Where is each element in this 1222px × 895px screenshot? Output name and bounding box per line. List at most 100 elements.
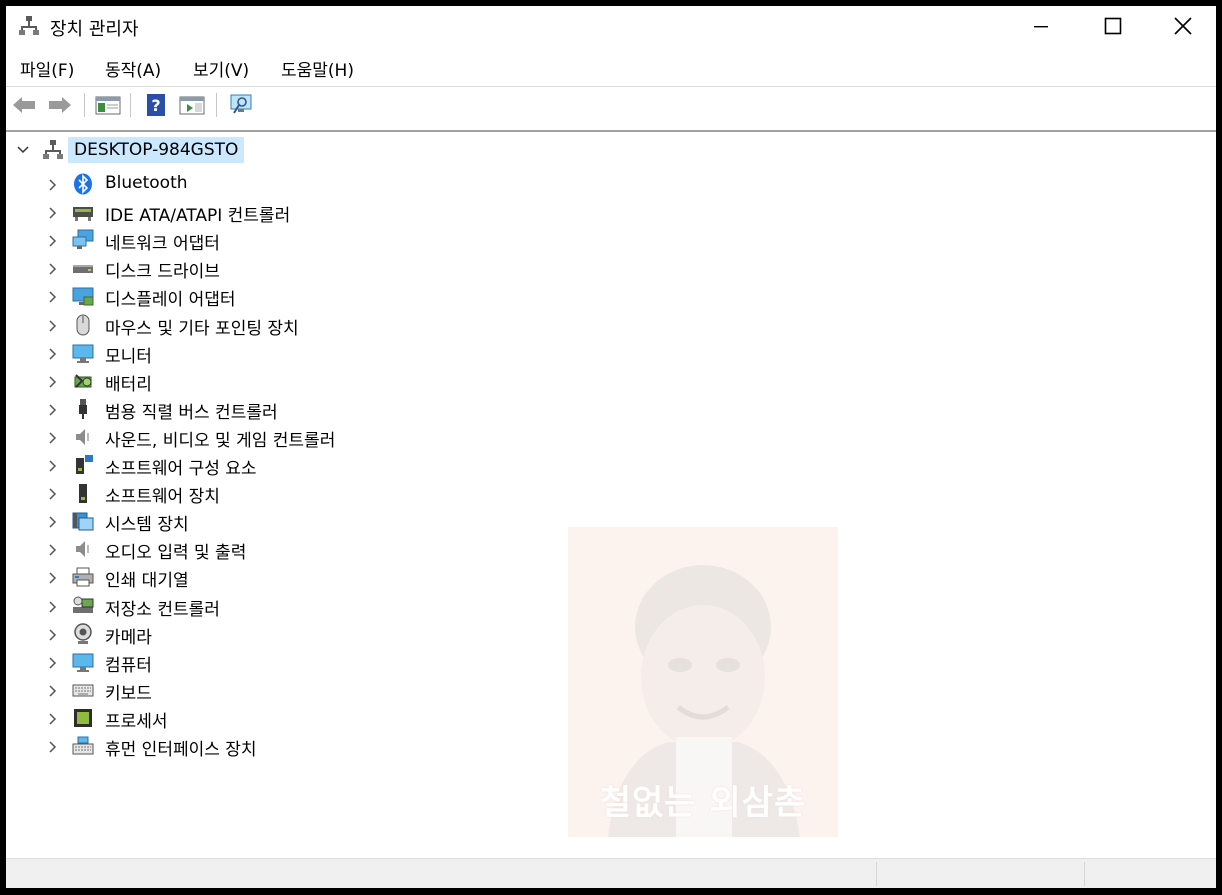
tree-root-label[interactable]: DESKTOP-984GSTO [68, 137, 245, 163]
chevron-right-icon[interactable] [46, 486, 60, 506]
tree-item[interactable]: 디스크 드라이브 [6, 254, 706, 282]
minimize-icon [1034, 26, 1048, 28]
chevron-right-icon[interactable] [46, 177, 60, 197]
tree-item[interactable]: 소프트웨어 구성 요소 [6, 451, 706, 479]
tree-item[interactable]: 모니터 [6, 339, 706, 367]
software-device-icon [72, 482, 94, 504]
tree-item-label: 소프트웨어 구성 요소 [105, 459, 257, 479]
keyboard-icon [72, 679, 94, 701]
tree-item[interactable]: Bluetooth [6, 170, 706, 198]
monitor-icon [72, 342, 94, 364]
speaker-icon [72, 426, 94, 448]
close-icon [1174, 17, 1192, 35]
back-button[interactable] [10, 92, 38, 118]
chevron-right-icon[interactable] [46, 346, 60, 366]
chevron-right-icon[interactable] [46, 205, 60, 225]
tree-item-label: Bluetooth [105, 173, 188, 193]
device-tree[interactable]: DESKTOP-984GSTO Bluetooth IDE ATA/ATAPI 컨… [6, 132, 1216, 858]
chevron-right-icon[interactable] [46, 711, 60, 731]
action-pane-button[interactable] [178, 92, 206, 118]
chevron-down-icon[interactable] [16, 142, 30, 162]
tree-item-label: 소프트웨어 장치 [105, 487, 220, 507]
help-button[interactable]: ? [142, 92, 170, 118]
ide-controller-icon [72, 201, 94, 223]
watermark-text: 철없는 외삼촌 [599, 783, 807, 823]
disk-drive-icon [72, 257, 94, 279]
camera-icon [72, 623, 94, 645]
tree-item-label: 모니터 [105, 347, 152, 367]
computer-tree-icon [42, 139, 64, 166]
tree-item[interactable]: 네트워크 어댑터 [6, 226, 706, 254]
menu-action[interactable]: 동작(A) [105, 56, 161, 81]
menu-help[interactable]: 도움말(H) [281, 56, 354, 81]
device-manager-icon [18, 15, 40, 42]
storage-controller-icon [72, 595, 94, 617]
chevron-right-icon[interactable] [46, 542, 60, 562]
chevron-right-icon[interactable] [46, 458, 60, 478]
chevron-right-icon[interactable] [46, 739, 60, 759]
tree-item[interactable]: IDE ATA/ATAPI 컨트롤러 [6, 198, 706, 226]
usb-icon [72, 398, 94, 420]
chevron-right-icon[interactable] [46, 570, 60, 590]
chevron-right-icon[interactable] [46, 599, 60, 619]
chevron-right-icon[interactable] [46, 430, 60, 450]
hid-icon [72, 735, 94, 757]
menu-separator [6, 86, 1216, 87]
minimize-button[interactable] [1006, 6, 1076, 46]
status-bar [6, 858, 1216, 888]
maximize-icon [1104, 17, 1122, 35]
maximize-button[interactable] [1078, 6, 1148, 46]
tree-item[interactable]: 배터리 [6, 367, 706, 395]
menu-view[interactable]: 보기(V) [193, 56, 249, 81]
menu-file[interactable]: 파일(F) [20, 56, 74, 81]
chevron-right-icon[interactable] [46, 627, 60, 647]
tree-item-label: 범용 직렬 버스 컨트롤러 [105, 403, 278, 423]
tree-item[interactable]: 사운드, 비디오 및 게임 컨트롤러 [6, 423, 706, 451]
display-adapter-icon [72, 285, 94, 307]
tree-item-label: 배터리 [105, 375, 152, 395]
chevron-right-icon[interactable] [46, 402, 60, 422]
help-icon: ? [147, 94, 165, 116]
chevron-right-icon[interactable] [46, 374, 60, 394]
tree-item-label: 카메라 [105, 628, 152, 648]
tree-item-label: 네트워크 어댑터 [105, 234, 220, 254]
tree-item-label: 사운드, 비디오 및 게임 컨트롤러 [105, 431, 336, 451]
tree-item[interactable]: 마우스 및 기타 포인팅 장치 [6, 311, 706, 339]
status-pane-divider [876, 862, 877, 886]
device-manager-window: 장치 관리자 파일(F) 동작(A) 보기(V) 도움말(H) ? DESKTO… [6, 6, 1216, 888]
tree-item-label: 디스크 드라이브 [105, 262, 220, 282]
audio-io-icon [72, 538, 94, 560]
chevron-right-icon[interactable] [46, 318, 60, 338]
chevron-right-icon[interactable] [46, 261, 60, 281]
tree-item[interactable]: 디스플레이 어댑터 [6, 282, 706, 310]
toolbar: ? [6, 88, 1216, 122]
watermark-image: 철없는 외삼촌 [568, 527, 838, 837]
chevron-right-icon[interactable] [46, 233, 60, 253]
mouse-icon [72, 314, 94, 336]
show-hide-console-tree-button[interactable] [94, 92, 122, 118]
battery-icon [72, 370, 94, 392]
chevron-right-icon[interactable] [46, 655, 60, 675]
toolbar-separator [216, 93, 217, 117]
scan-hardware-button[interactable] [228, 92, 256, 118]
forward-button[interactable] [46, 92, 74, 118]
chevron-right-icon[interactable] [46, 289, 60, 309]
status-pane-divider [1084, 862, 1085, 886]
printer-icon [72, 566, 94, 588]
tree-item-label: 저장소 컨트롤러 [105, 600, 220, 620]
chevron-right-icon[interactable] [46, 514, 60, 534]
tree-root-node[interactable]: DESKTOP-984GSTO [6, 136, 606, 164]
toolbar-separator [84, 93, 85, 117]
computer-icon [72, 651, 94, 673]
chevron-right-icon[interactable] [46, 683, 60, 703]
close-button[interactable] [1148, 6, 1216, 46]
tree-item[interactable]: 소프트웨어 장치 [6, 479, 706, 507]
tree-item[interactable]: 범용 직렬 버스 컨트롤러 [6, 395, 706, 423]
svg-text:?: ? [151, 96, 160, 115]
back-arrow-icon [13, 97, 35, 113]
system-device-icon [72, 510, 94, 532]
tree-item-label: 컴퓨터 [105, 656, 152, 676]
menu-bar: 파일(F) 동작(A) 보기(V) 도움말(H) [6, 52, 1216, 84]
tree-item-label: 키보드 [105, 684, 152, 704]
tree-item-label: 마우스 및 기타 포인팅 장치 [105, 319, 299, 339]
